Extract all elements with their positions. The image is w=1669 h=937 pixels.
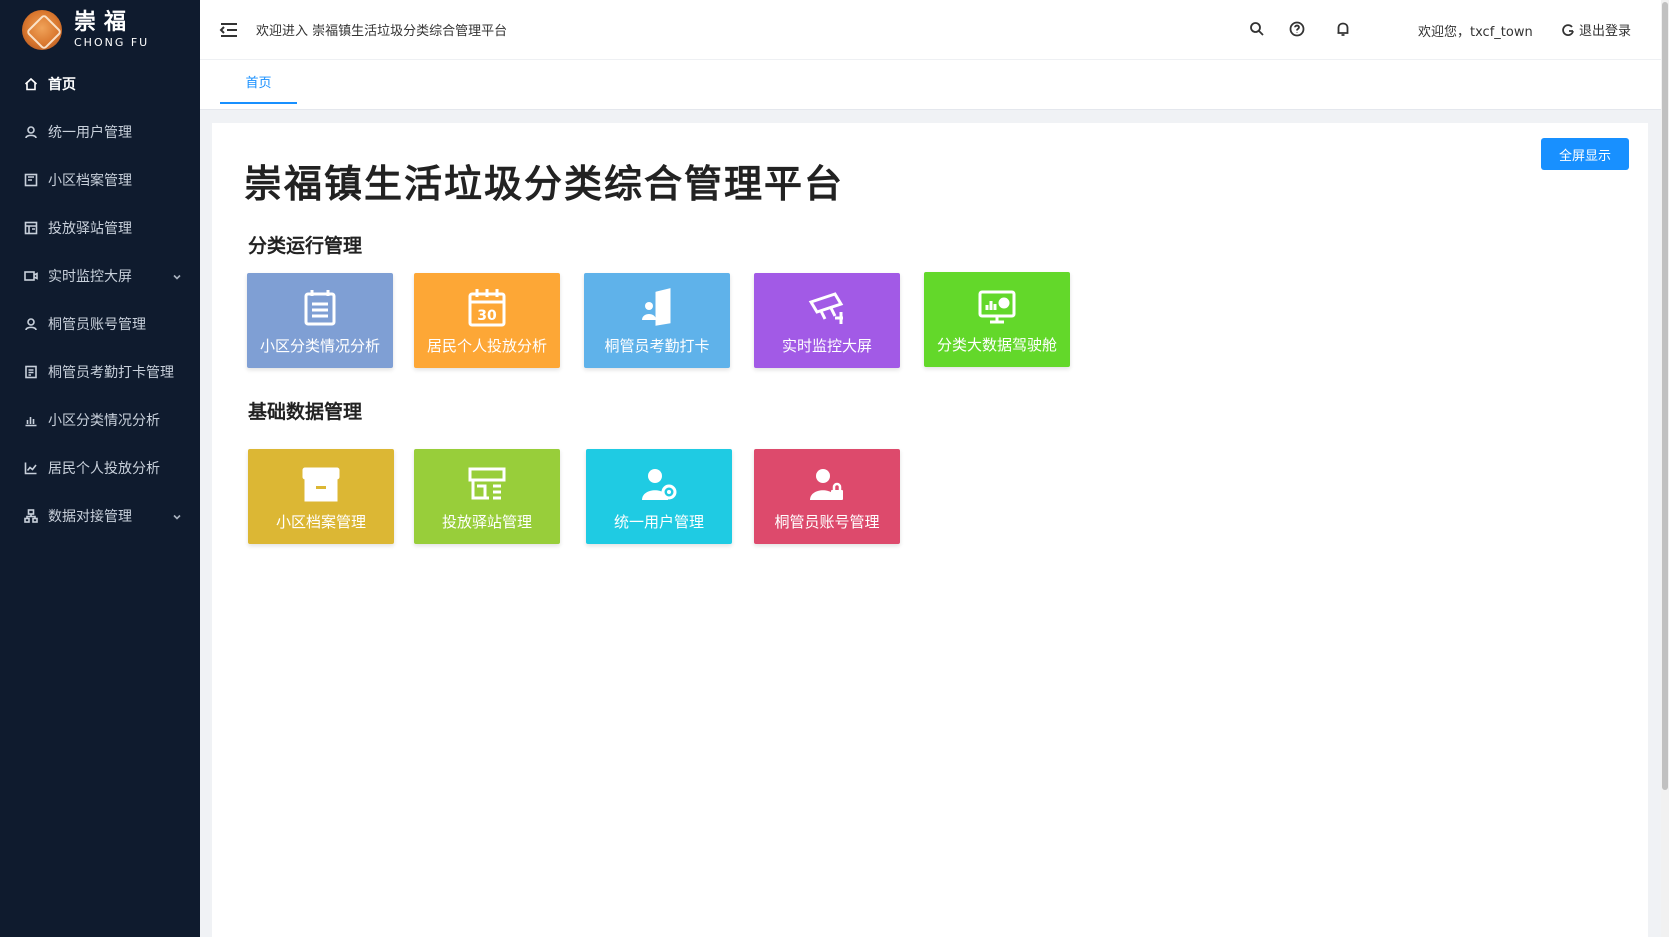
page-title: 崇福镇生活垃圾分类综合管理平台 (244, 162, 845, 206)
tile-label: 小区档案管理 (275, 513, 366, 531)
tile-resident-analysis[interactable]: 30 居民个人投放分析 (414, 273, 560, 368)
monitor-chart-icon (974, 284, 1020, 330)
tile-manager-accounts[interactable]: 桐管员账号管理 (754, 449, 900, 544)
section-title-basic-data: 基础数据管理 (248, 401, 363, 423)
section-title-operations: 分类运行管理 (248, 235, 363, 257)
sidebar-item-label: 小区档案管理 (48, 173, 132, 189)
tile-drop-stations[interactable]: 投放驿站管理 (414, 449, 560, 544)
tab-home[interactable]: 首页 (220, 60, 297, 104)
sidebar-item-home[interactable]: 首页 (0, 60, 200, 108)
tile-live-monitor[interactable]: 实时监控大屏 (754, 273, 900, 368)
logout-button[interactable]: 退出登录 (1561, 20, 1631, 39)
home-icon (24, 77, 38, 91)
page-scrollbar[interactable] (1661, 0, 1669, 937)
help-icon[interactable] (1288, 20, 1306, 38)
tile-label: 桐管员考勤打卡 (604, 337, 710, 355)
logout-label: 退出登录 (1579, 24, 1632, 39)
main-panel: 崇福镇生活垃圾分类综合管理平台 全屏显示 分类运行管理 小区分类情况分析 30 … (212, 123, 1648, 937)
station-icon (24, 221, 38, 235)
logout-icon (1562, 23, 1574, 36)
cctv-icon (804, 285, 850, 331)
scrollbar-thumb[interactable] (1662, 2, 1668, 790)
user-icon (24, 317, 38, 331)
fullscreen-button[interactable]: 全屏显示 (1541, 138, 1629, 170)
sidebar-item-label: 桐管员账号管理 (48, 317, 146, 333)
user-icon (24, 125, 38, 139)
tile-big-data-cockpit[interactable]: 分类大数据驾驶舱 (924, 272, 1070, 367)
sidebar-menu: 首页 统一用户管理 小区档案管理 投放驿站管理 实时监控大屏 桐管员账号管理 桐… (0, 60, 200, 540)
sidebar-item-label: 实时监控大屏 (48, 269, 132, 285)
sidebar-item-live-monitor[interactable]: 实时监控大屏 (0, 252, 200, 300)
bar-chart-icon (24, 413, 38, 427)
tile-label: 分类大数据驾驶舱 (936, 336, 1057, 354)
menu-toggle-icon[interactable] (218, 19, 240, 41)
tile-label: 实时监控大屏 (781, 337, 872, 355)
tile-label: 投放驿站管理 (441, 513, 532, 531)
door-user-icon (634, 285, 680, 331)
user-lock-icon (804, 461, 850, 507)
chevron-down-icon (172, 270, 182, 280)
shop-icon (464, 461, 510, 507)
sidebar-item-manager-accounts[interactable]: 桐管员账号管理 (0, 300, 200, 348)
sidebar-item-label: 居民个人投放分析 (48, 461, 160, 477)
sidebar-item-drop-stations[interactable]: 投放驿站管理 (0, 204, 200, 252)
tabs-bar: 首页 (200, 60, 1662, 110)
network-icon (24, 509, 38, 523)
sidebar-item-label: 投放驿站管理 (48, 221, 132, 237)
search-icon[interactable] (1248, 20, 1266, 38)
sidebar-item-attendance[interactable]: 桐管员考勤打卡管理 (0, 348, 200, 396)
archive-box-icon (298, 461, 344, 507)
sidebar-item-label: 统一用户管理 (48, 125, 132, 141)
sidebar-item-resident-analysis[interactable]: 居民个人投放分析 (0, 444, 200, 492)
sidebar-item-data-integration[interactable]: 数据对接管理 (0, 492, 200, 540)
calendar-30-icon: 30 (464, 285, 510, 331)
brand-name-cn: 崇福 (74, 9, 135, 35)
sidebar-item-unified-users[interactable]: 统一用户管理 (0, 108, 200, 156)
top-header: 欢迎进入 崇福镇生活垃圾分类综合管理平台 欢迎您，txcf_town 退出登录 (200, 0, 1669, 60)
camera-icon (24, 269, 38, 283)
tile-unified-users[interactable]: 统一用户管理 (586, 449, 732, 544)
archive-icon (24, 173, 38, 187)
tile-label: 小区分类情况分析 (259, 337, 380, 355)
logo-emblem-icon (22, 10, 62, 50)
bell-icon[interactable] (1334, 20, 1352, 38)
tile-community-analysis[interactable]: 小区分类情况分析 (247, 273, 393, 368)
sidebar-item-label: 桐管员考勤打卡管理 (48, 365, 174, 381)
clipboard-icon (24, 365, 38, 379)
tile-community-archives[interactable]: 小区档案管理 (248, 449, 394, 544)
tile-attendance[interactable]: 桐管员考勤打卡 (584, 273, 730, 368)
line-chart-icon (24, 461, 38, 475)
sidebar-item-community-analysis[interactable]: 小区分类情况分析 (0, 396, 200, 444)
tile-label: 桐管员账号管理 (774, 513, 880, 531)
brand-name-en: CHONG FU (74, 35, 150, 49)
sidebar-item-label: 小区分类情况分析 (48, 413, 160, 429)
calendar-list-icon (297, 285, 343, 331)
chevron-down-icon (172, 510, 182, 520)
user-gear-icon (636, 461, 682, 507)
sidebar-item-community-archives[interactable]: 小区档案管理 (0, 156, 200, 204)
brand-logo[interactable]: 崇福 CHONG FU (0, 0, 200, 60)
svg-text:30: 30 (477, 308, 497, 324)
sidebar: 崇福 CHONG FU 首页 统一用户管理 小区档案管理 投放驿站管理 实时监控… (0, 0, 200, 937)
sidebar-item-label: 首页 (48, 77, 76, 93)
sidebar-item-label: 数据对接管理 (48, 509, 132, 525)
tile-label: 统一用户管理 (613, 513, 704, 531)
user-greeting[interactable]: 欢迎您，txcf_town (1418, 21, 1533, 40)
welcome-message: 欢迎进入 崇福镇生活垃圾分类综合管理平台 (256, 24, 508, 39)
tile-label: 居民个人投放分析 (426, 337, 547, 355)
